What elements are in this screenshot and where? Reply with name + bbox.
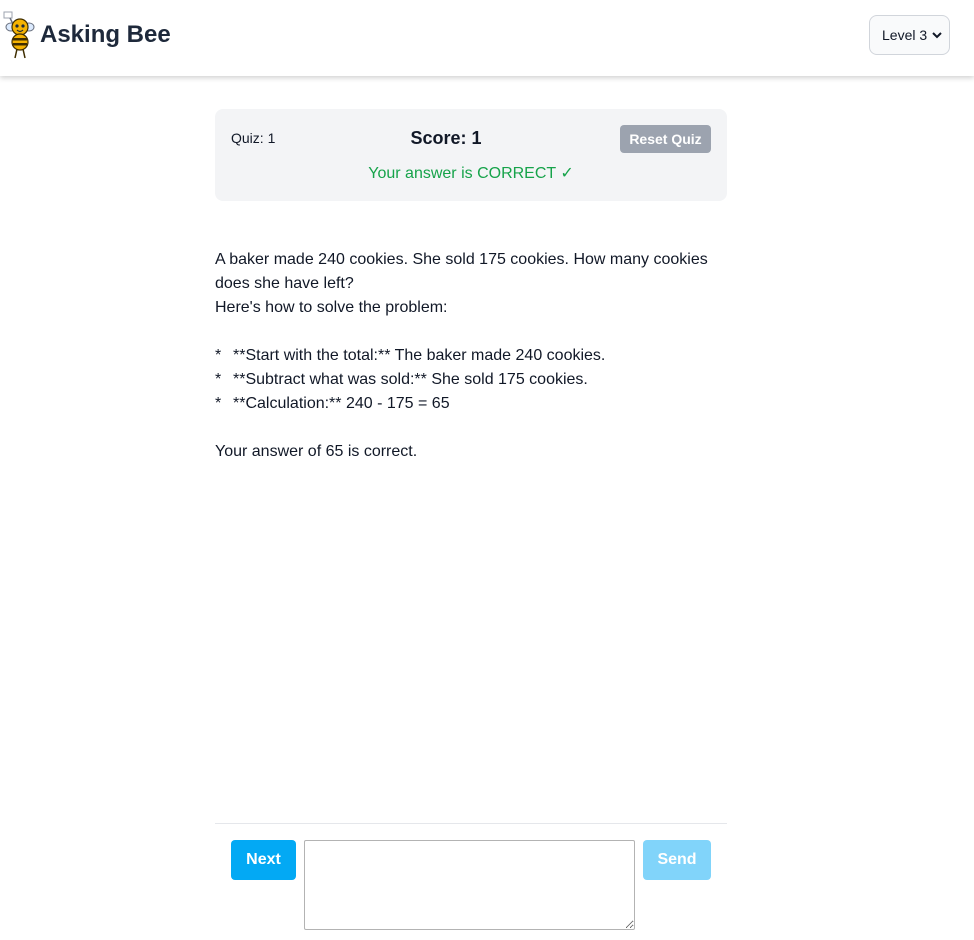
- answer-input[interactable]: [304, 840, 635, 930]
- solution-step-text: **Start with the total:** The baker made…: [233, 347, 606, 364]
- app-title: Asking Bee: [40, 21, 171, 48]
- solution-step: * **Calculation:** 240 - 175 = 65: [215, 392, 727, 416]
- footer-divider: [215, 823, 727, 824]
- chevron-down-icon: [932, 32, 942, 39]
- answer-feedback: Your answer is CORRECT ✓: [368, 165, 574, 182]
- level-select[interactable]: Level 3: [869, 15, 950, 55]
- solution-intro: Here's how to solve the problem:: [215, 299, 448, 316]
- conversation-content: A baker made 240 cookies. She sold 175 c…: [215, 248, 727, 464]
- quiz-status-panel: Quiz: 1 Score: 1 Reset Quiz Your answer …: [215, 109, 727, 201]
- reset-quiz-button[interactable]: Reset Quiz: [620, 125, 711, 153]
- app-header: Asking Bee Level 3: [0, 0, 974, 76]
- solution-step-text: **Calculation:** 240 - 175 = 65: [233, 395, 450, 412]
- solution-step: * **Subtract what was sold:** She sold 1…: [215, 368, 727, 392]
- level-select-value: Level 3: [882, 27, 928, 43]
- score-label: Score: 1: [410, 128, 482, 148]
- solution-step: * **Start with the total:** The baker ma…: [215, 344, 727, 368]
- bullet-mark: *: [215, 395, 222, 412]
- next-button[interactable]: Next: [231, 840, 296, 880]
- bee-mascot-icon: [3, 11, 35, 59]
- bullet-mark: *: [215, 371, 222, 388]
- answer-conclusion: Your answer of 65 is correct.: [215, 443, 418, 460]
- solution-step-text: **Subtract what was sold:** She sold 175…: [233, 371, 588, 388]
- send-button[interactable]: Send: [643, 840, 711, 880]
- question-text: A baker made 240 cookies. She sold 175 c…: [215, 251, 708, 292]
- bullet-mark: *: [215, 347, 222, 364]
